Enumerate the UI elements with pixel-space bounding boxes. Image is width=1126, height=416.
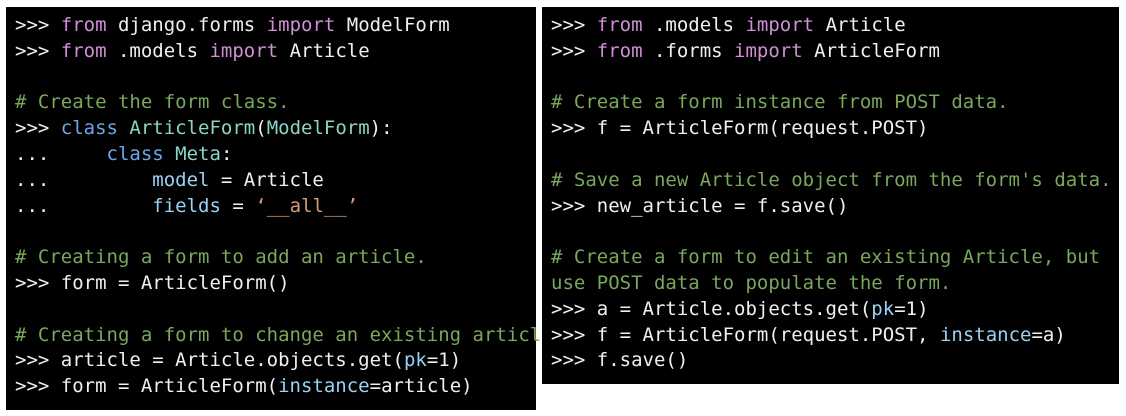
code-comment: use POST data to populate the form.: [551, 271, 952, 294]
code-line: >>> form = ArticleForm(instance=article): [15, 375, 473, 398]
code-panel-right: >>> from .models import Article >>> from…: [542, 7, 1119, 384]
code-line: >>> f.save(): [551, 349, 689, 372]
code-comment: # Create a form instance from POST data.: [551, 91, 1009, 114]
code-comment: # Creating a form to change an existing …: [15, 323, 565, 346]
code-line: >>> from django.forms import ModelForm: [15, 14, 450, 36]
code-line: ... class Meta:: [15, 142, 233, 165]
code-line: >>> from .forms import ArticleForm: [551, 39, 940, 62]
code-line: >>> f = ArticleForm(request.POST, instan…: [551, 323, 1066, 346]
code-line: >>> f = ArticleForm(request.POST): [551, 117, 929, 140]
code-line: >>> new_article = f.save(): [551, 194, 849, 217]
code-panel-left: >>> from django.forms import ModelForm >…: [6, 7, 565, 410]
code-comment: # Create a form to edit an existing Arti…: [551, 246, 1101, 269]
code-line: >>> form = ArticleForm(): [15, 271, 290, 294]
code-line: >>> class ArticleForm(ModelForm):: [15, 117, 393, 140]
code-line: >>> a = Article.objects.get(pk=1): [551, 297, 929, 320]
code-comment: # Create the form class.: [15, 91, 290, 114]
code-comment: # Save a new Article object from the for…: [551, 168, 1112, 191]
code-comment: # Creating a form to add an article.: [15, 246, 427, 269]
code-line: >>> from .models import Article: [551, 14, 906, 36]
code-line: ... model = Article: [15, 168, 324, 191]
code-line: >>> from .models import Article: [15, 39, 370, 62]
code-line: ... fields = ‘__all__’: [15, 194, 359, 217]
code-line: >>> article = Article.objects.get(pk=1): [15, 349, 462, 372]
